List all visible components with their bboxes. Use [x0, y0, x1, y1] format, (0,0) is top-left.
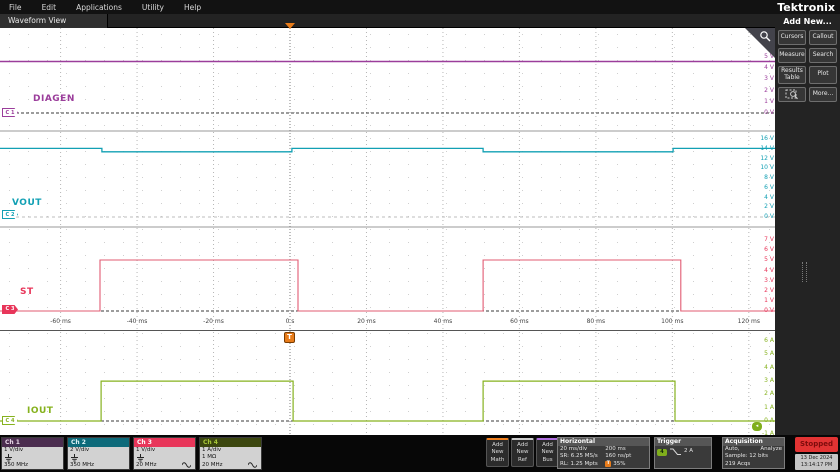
magnifier-icon: [760, 31, 771, 42]
bw-limit-icon: [182, 462, 191, 469]
channel-card-3[interactable]: Ch 31 V/div 20 MHz: [133, 437, 196, 470]
cursors-button[interactable]: Cursors: [778, 30, 806, 45]
add-new-buttons-grid: Cursors Callout Measure Search Results Table…: [775, 26, 840, 106]
horizontal-value-right: T 35%: [605, 461, 647, 468]
tektronix-logo: Tektronix: [777, 1, 835, 14]
channel-coupling: [70, 454, 127, 462]
channel-scale: 1 A/div: [202, 447, 222, 453]
menu-help[interactable]: Help: [184, 3, 201, 12]
acquisition-panel[interactable]: Acquisition Auto, Analyze Sample: 12 bit…: [722, 437, 785, 469]
run-stop-button[interactable]: Stopped: [795, 437, 838, 452]
add-new-title: Add New...: [783, 17, 832, 26]
horizontal-value-right: 160 ns/pt: [605, 453, 647, 460]
channel-card-header: Ch 3: [134, 438, 195, 447]
menu-bar: File Edit Applications Utility Help: [0, 0, 840, 14]
menu-file[interactable]: File: [9, 3, 22, 12]
channel-card-2[interactable]: Ch 22 V/div 350 MHz: [67, 437, 130, 470]
add-new-ref-button[interactable]: Add New Ref: [511, 438, 534, 467]
channel-card-body: 1 V/div 20 MHz: [134, 447, 195, 469]
trigger-title: Trigger: [655, 438, 711, 446]
channel-coupling: [4, 454, 61, 462]
draw-zoom-corner[interactable]: [745, 28, 775, 58]
channel-bandwidth: 350 MHz: [70, 461, 95, 468]
channel-card-header: Ch 4: [200, 438, 261, 447]
acq-count: 219 Acqs: [725, 460, 751, 467]
trigger-position-marker[interactable]: [285, 23, 295, 29]
channel-card-body: 1 A/div 1 MΩ 20 MHz: [200, 447, 261, 469]
ch4-level-marker[interactable]: ◂: [752, 422, 762, 431]
trigger-time-badge[interactable]: T: [284, 332, 295, 343]
menu-applications[interactable]: Applications: [76, 3, 122, 12]
search-button[interactable]: Search: [809, 48, 837, 63]
datetime-display: 13 Dec 2024 13:14:17 PM: [795, 454, 838, 470]
horizontal-row: RL: 1.25 Mpts T 35%: [558, 461, 649, 468]
trigger-source-badge: 4: [657, 448, 667, 456]
results-table-button[interactable]: Results Table: [778, 66, 806, 84]
add-new-math-button[interactable]: Add New Math: [486, 438, 509, 467]
menu-edit[interactable]: Edit: [42, 3, 57, 12]
channel-card-body: 2 V/div 350 MHz: [68, 447, 129, 469]
horizontal-title: Horizontal: [558, 438, 649, 446]
horizontal-right-text: 200 ms: [605, 446, 626, 452]
add-new-bus-button[interactable]: Add New Bus: [536, 438, 559, 467]
addnew-label: Add New Ref: [516, 442, 529, 463]
horizontal-panel[interactable]: Horizontal 20 ms/div 200 ms SR: 6.25 MS/s 1…: [557, 437, 650, 469]
date-text: 13 Dec 2024: [800, 455, 833, 461]
channel-coupling: 1 MΩ: [202, 454, 217, 461]
horizontal-row: 20 ms/div 200 ms: [558, 446, 649, 453]
acq-analyze: Analyze: [760, 446, 782, 452]
horizontal-value-left: SR: 6.25 MS/s: [560, 453, 598, 460]
panel-scroll-handle[interactable]: [802, 262, 807, 282]
acq-mode: Auto,: [725, 446, 740, 452]
channel-bandwidth: 20 MHz: [136, 462, 193, 469]
menu-utility[interactable]: Utility: [142, 3, 164, 12]
time-text: 13:14:17 PM: [800, 462, 833, 468]
addnew-label: Add New Bus: [541, 442, 554, 463]
waveform-plot[interactable]: [0, 28, 775, 435]
channel-bandwidth: 350 MHz: [4, 461, 29, 468]
trigger-position-icon: T: [605, 461, 612, 468]
channel-bandwidth: 20 MHz: [202, 462, 259, 469]
oscilloscope-screen: File Edit Applications Utility Help Tektroni…: [0, 0, 840, 472]
more-button[interactable]: More...: [809, 86, 837, 102]
horizontal-value-left: 20 ms/div: [560, 446, 588, 452]
horizontal-right-text: 35%: [613, 460, 626, 467]
addnew-label: Add New Math: [490, 442, 505, 463]
tab-bar: Waveform View: [0, 14, 775, 38]
channel-card-header: Ch 1: [2, 438, 63, 447]
channel-card-1[interactable]: Ch 11 V/div 350 MHz: [1, 437, 64, 470]
trigger-panel[interactable]: Trigger 4 2 A: [654, 437, 712, 469]
channel-card-4[interactable]: Ch 41 A/div 1 MΩ 20 MHz: [199, 437, 262, 470]
horizontal-value-right: 200 ms: [605, 446, 647, 453]
channel-card-body: 1 V/div 350 MHz: [2, 447, 63, 469]
horizontal-right-text: 160 ns/pt: [605, 453, 632, 460]
zoom-region-button[interactable]: [778, 86, 806, 102]
channel-coupling: [136, 454, 193, 462]
falling-edge-icon: [670, 448, 681, 455]
measure-button[interactable]: Measure: [778, 48, 806, 63]
horizontal-rows: 20 ms/div 200 ms SR: 6.25 MS/s 160 ns/pt RL:…: [558, 446, 649, 468]
tab-waveform-view[interactable]: Waveform View: [0, 14, 108, 28]
bottom-bar: Ch 11 V/div 350 MHz Ch 22 V/div 350 MHz Ch 3…: [0, 435, 840, 472]
callout-button[interactable]: Callout: [809, 30, 837, 45]
add-new-panel: Add New... Cursors Callout Measure Search Re…: [775, 14, 840, 435]
trigger-level: 2 A: [684, 448, 694, 455]
channel-card-header: Ch 2: [68, 438, 129, 447]
plot-button[interactable]: Plot: [809, 66, 837, 84]
horizontal-row: SR: 6.25 MS/s 160 ns/pt: [558, 453, 649, 460]
bw-limit-icon: [248, 462, 257, 469]
acquisition-title: Acquisition: [723, 438, 784, 446]
horizontal-value-left: RL: 1.25 Mpts: [560, 460, 598, 467]
acq-sample: Sample: 12 bits: [725, 453, 769, 460]
zoom-region-icon: [785, 89, 798, 99]
